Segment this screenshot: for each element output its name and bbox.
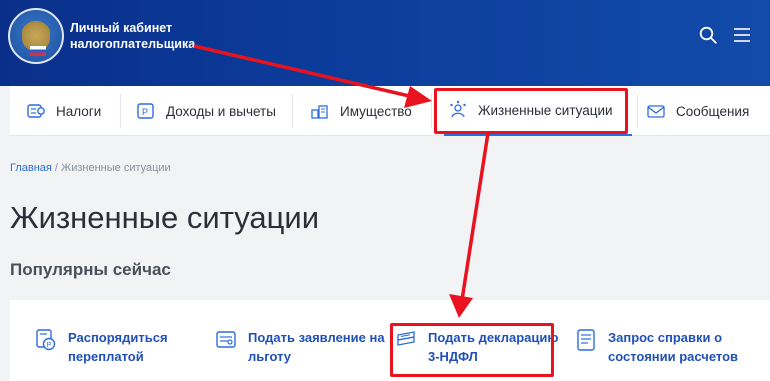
search-icon[interactable] xyxy=(699,26,717,44)
card-settlement-certificate[interactable]: Запрос справки о состоянии расчетов xyxy=(576,328,738,366)
nav-label: Доходы и вычеты xyxy=(166,103,276,119)
nav-item-income[interactable]: P Доходы и вычеты xyxy=(136,86,276,136)
card-label-line1: Запрос справки о xyxy=(608,330,723,345)
emblem-icon[interactable] xyxy=(8,8,64,64)
card-benefit-application[interactable]: Подать заявление на льготу xyxy=(216,328,385,366)
card-label-line2: льготу xyxy=(248,349,292,364)
breadcrumb-separator: / xyxy=(51,162,62,174)
breadcrumb-home-link[interactable]: Главная xyxy=(10,162,52,174)
card-overpayment[interactable]: P Распорядиться переплатой xyxy=(36,328,168,366)
svg-text:P: P xyxy=(142,107,148,117)
property-icon xyxy=(311,105,328,119)
application-icon xyxy=(216,331,236,348)
breadcrumb-current: Жизненные ситуации xyxy=(61,162,171,174)
card-label-line1: Распорядиться xyxy=(68,330,168,345)
card-label-line1: Подать заявление на xyxy=(248,330,385,345)
taxes-icon xyxy=(27,104,45,118)
certificate-icon xyxy=(577,329,595,351)
page-title: Жизненные ситуации xyxy=(10,200,320,235)
nav-item-property[interactable]: Имущество xyxy=(310,86,412,136)
menu-icon[interactable] xyxy=(732,27,752,43)
brand-line1: Личный кабинет xyxy=(70,21,173,35)
arrow-to-declaration xyxy=(449,132,490,318)
nav-divider xyxy=(431,94,432,128)
brand-line2: налогоплательщика xyxy=(70,37,196,51)
ruble-coin-icon: P xyxy=(36,329,56,351)
nav-divider xyxy=(120,94,121,128)
header: Личный кабинет налогоплательщика xyxy=(0,0,770,86)
highlight-box-declaration xyxy=(390,323,554,377)
nav-label: Имущество xyxy=(340,103,412,119)
nav-item-taxes[interactable]: Налоги xyxy=(26,86,101,136)
nav-label: Сообщения xyxy=(676,103,750,119)
nav-divider xyxy=(637,94,638,128)
nav-divider xyxy=(292,94,293,128)
income-icon: P xyxy=(137,103,154,119)
breadcrumb: Главная / Жизненные ситуации xyxy=(10,162,171,174)
brand[interactable]: Личный кабинет налогоплательщика xyxy=(70,20,195,52)
highlight-box-nav xyxy=(434,88,628,134)
card-label-line2: переплатой xyxy=(68,349,144,364)
nav-label: Налоги xyxy=(56,103,102,119)
section-title: Популярны сейчас xyxy=(10,260,171,279)
main-nav: Налоги P Доходы и вычеты Имущество Жизне… xyxy=(10,86,770,136)
nav-item-messages[interactable]: Сообщения xyxy=(646,86,749,136)
svg-text:P: P xyxy=(47,342,52,349)
card-label-line2: состоянии расчетов xyxy=(608,349,739,364)
messages-icon xyxy=(647,105,665,118)
